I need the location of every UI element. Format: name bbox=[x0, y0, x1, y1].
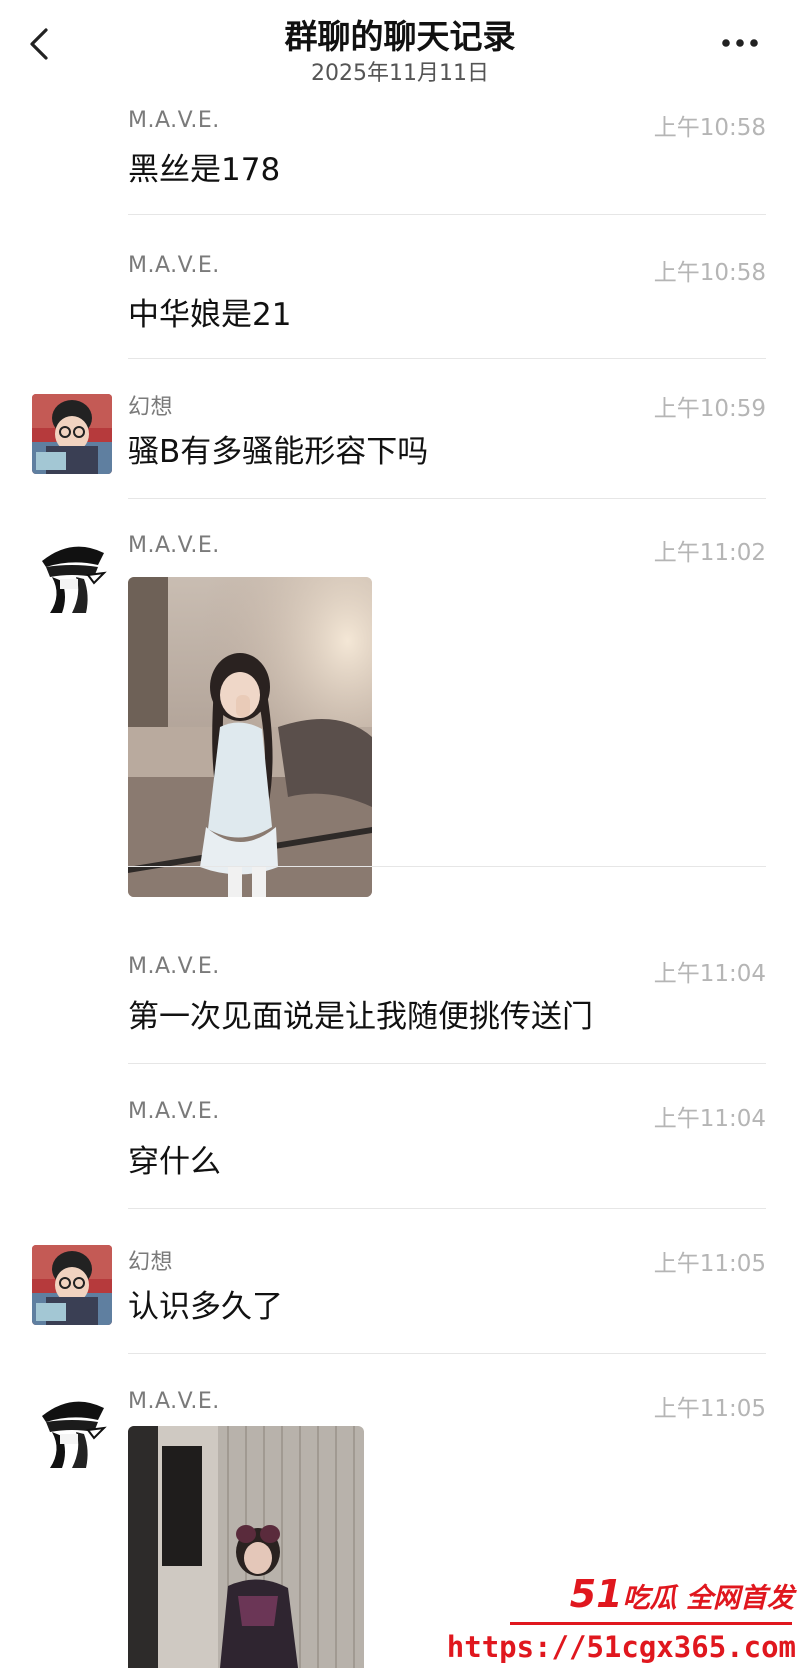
avatar-huanxiang[interactable] bbox=[32, 1245, 112, 1325]
watermark-brand-number: 51 bbox=[569, 1572, 623, 1616]
avatar-huanxiang[interactable] bbox=[32, 394, 112, 474]
message-divider bbox=[128, 214, 766, 215]
message-sender: 幻想 bbox=[128, 395, 174, 420]
message-photo[interactable] bbox=[128, 1426, 364, 1668]
chat-history-header: 群聊的聊天记录 2025年11月11日 bbox=[0, 0, 800, 100]
watermark-brand: 51吃瓜 全网首发 bbox=[570, 1572, 794, 1616]
message-sender: M.A.V.E. bbox=[128, 533, 220, 558]
message-sender: M.A.V.E. bbox=[128, 1389, 220, 1414]
message-sender: M.A.V.E. bbox=[128, 954, 220, 979]
message-text: 中华娘是21 bbox=[128, 297, 292, 333]
page-title: 群聊的聊天记录 bbox=[284, 17, 516, 56]
message-time: 上午10:59 bbox=[653, 396, 766, 422]
message-item[interactable]: M.A.V.E. 上午11:02 bbox=[0, 533, 800, 925]
message-text: 骚B有多骚能形容下吗 bbox=[128, 434, 429, 470]
message-time: 上午10:58 bbox=[653, 260, 766, 286]
message-sender: M.A.V.E. bbox=[128, 108, 220, 133]
message-item[interactable]: M.A.V.E. 上午11:04 穿什么 bbox=[0, 1099, 800, 1216]
photo-image bbox=[128, 1426, 364, 1668]
message-divider bbox=[128, 1208, 766, 1209]
photo-image bbox=[128, 577, 372, 897]
message-divider bbox=[128, 866, 766, 867]
page-date: 2025年11月11日 bbox=[311, 61, 489, 86]
message-divider bbox=[128, 358, 766, 359]
message-time: 上午10:58 bbox=[653, 115, 766, 141]
message-item[interactable]: M.A.V.E. 上午10:58 黑丝是178 bbox=[0, 100, 800, 216]
message-text: 认识多久了 bbox=[128, 1289, 283, 1325]
avatar-image bbox=[32, 394, 112, 474]
more-horizontal-icon bbox=[722, 39, 758, 47]
message-item[interactable]: 幻想 上午10:59 骚B有多骚能形容下吗 bbox=[0, 390, 800, 506]
message-text: 第一次见面说是让我随便挑传送门 bbox=[128, 999, 593, 1035]
message-divider bbox=[128, 1353, 766, 1354]
avatar-image bbox=[32, 1245, 112, 1325]
watermark: 51吃瓜 全网首发 https://51cgx365.com bbox=[447, 1560, 800, 1668]
message-time: 上午11:02 bbox=[653, 540, 766, 566]
message-photo[interactable] bbox=[128, 577, 372, 897]
avatar-image bbox=[32, 535, 112, 615]
message-time: 上午11:05 bbox=[653, 1396, 766, 1422]
avatar-mave[interactable] bbox=[32, 1390, 112, 1470]
message-time: 上午11:05 bbox=[653, 1251, 766, 1277]
message-item[interactable]: 幻想 上午11:05 认识多久了 bbox=[0, 1245, 800, 1361]
message-item[interactable]: M.A.V.E. 上午11:04 第一次见面说是让我随便挑传送门 bbox=[0, 954, 800, 1071]
more-button[interactable] bbox=[718, 26, 762, 60]
message-time: 上午11:04 bbox=[653, 1106, 766, 1132]
message-text: 黑丝是178 bbox=[128, 152, 281, 188]
watermark-url[interactable]: https://51cgx365.com bbox=[447, 1630, 796, 1664]
message-text: 穿什么 bbox=[128, 1144, 221, 1180]
message-item[interactable]: M.A.V.E. 上午10:58 中华娘是21 bbox=[0, 245, 800, 361]
watermark-brand-text: 吃瓜 全网首发 bbox=[622, 1583, 794, 1614]
watermark-rule bbox=[510, 1622, 792, 1625]
message-divider bbox=[128, 1063, 766, 1064]
avatar-image bbox=[32, 1390, 112, 1470]
message-sender: M.A.V.E. bbox=[128, 1099, 220, 1124]
message-sender: 幻想 bbox=[128, 1250, 174, 1275]
avatar-mave[interactable] bbox=[32, 535, 112, 615]
message-sender: M.A.V.E. bbox=[128, 253, 220, 278]
message-divider bbox=[128, 498, 766, 499]
message-time: 上午11:04 bbox=[653, 961, 766, 987]
